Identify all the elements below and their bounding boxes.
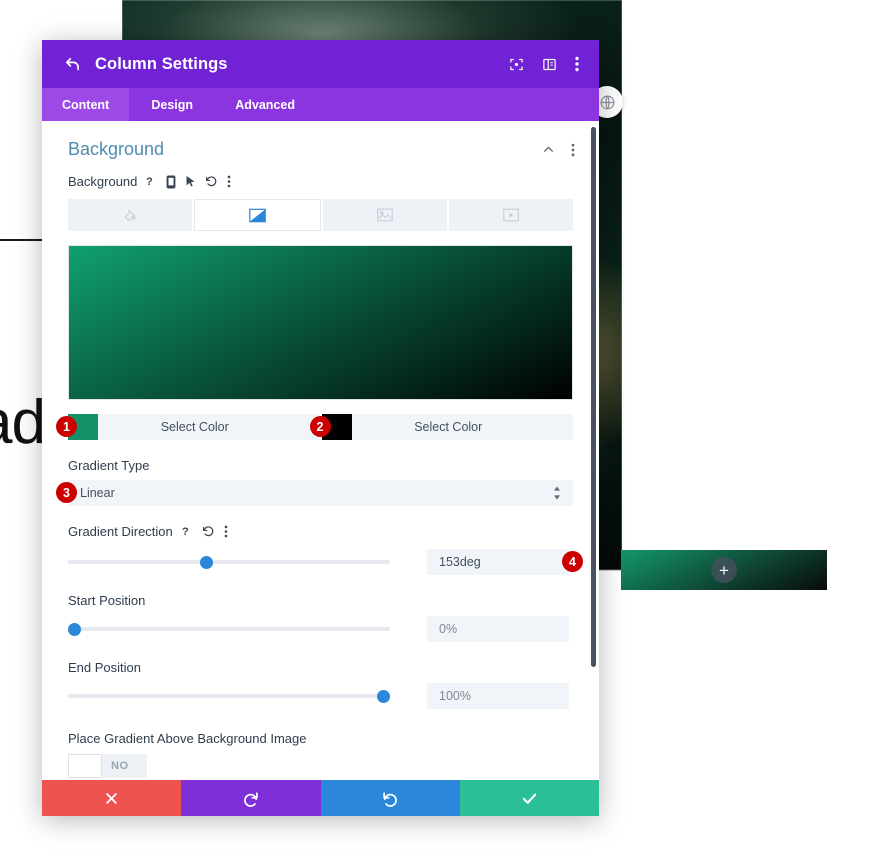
place-gradient-label: Place Gradient Above Background Image [68, 731, 307, 746]
start-position-slider[interactable] [68, 619, 390, 639]
background-field-block: Background ? [42, 164, 599, 231]
undo-icon [244, 791, 259, 807]
slider-track [68, 627, 390, 631]
direction-help-icon[interactable]: ? [182, 525, 193, 538]
page-title: Column Settings [95, 54, 228, 73]
step-badge-1: 1 [56, 416, 77, 437]
step-badge-2: 2 [309, 416, 331, 437]
gradient-type-select[interactable]: 3 Linear [56, 480, 573, 506]
gradient-stop-1[interactable]: 1 Select Color [56, 414, 320, 440]
start-position-value: 0% [439, 622, 458, 636]
plus-icon[interactable]: + [711, 557, 737, 583]
gradient-direction-input[interactable]: 153deg 4 [427, 549, 583, 575]
select-color-label-1: Select Color [160, 420, 229, 434]
gradient-type-value: Linear [80, 486, 115, 500]
close-icon [106, 792, 117, 804]
modal-body: Background Background ? 1 Select Color 2… [42, 121, 599, 780]
background-field-label: Background [68, 174, 138, 189]
start-position-input[interactable]: 0% [427, 616, 569, 642]
section-title: Background [68, 139, 165, 159]
modal-titlebar: Column Settings [42, 40, 599, 88]
gradient-type-label: Gradient Type [68, 458, 150, 473]
modal-footer [42, 780, 599, 816]
page-right-margin [622, 0, 880, 850]
step-badge-4: 4 [562, 551, 583, 572]
end-position-input[interactable]: 100% [427, 683, 569, 709]
mobile-icon[interactable] [166, 175, 176, 189]
gradient-direction-label: Gradient Direction [68, 524, 173, 539]
chevron-up-icon[interactable] [542, 143, 555, 156]
gradient-direction-row: 153deg 4 [68, 549, 583, 575]
toggle-knob[interactable] [68, 754, 102, 778]
gradient-direction-slider[interactable] [68, 552, 390, 572]
cursor-icon[interactable] [185, 175, 196, 188]
tab-content[interactable]: Content [42, 88, 130, 121]
more-vertical-icon[interactable] [575, 56, 579, 72]
end-position-slider[interactable] [68, 686, 391, 706]
focus-frame-icon[interactable] [509, 57, 524, 72]
add-section-block[interactable]: + [621, 550, 827, 590]
background-type-tabs [68, 199, 573, 231]
bg-video-tab[interactable] [448, 199, 573, 231]
redo-button[interactable] [320, 780, 460, 816]
bg-color-tab[interactable] [68, 199, 193, 231]
redo-icon [382, 791, 397, 807]
titlebar-icon-group [509, 56, 579, 72]
reset-icon[interactable] [205, 175, 218, 188]
step-badge-3: 3 [56, 482, 77, 503]
slider-track [68, 560, 390, 564]
gradient-direction-block: Gradient Direction ? [42, 506, 599, 539]
svg-text:?: ? [146, 176, 153, 188]
direction-reset-icon[interactable] [202, 525, 215, 538]
svg-text:?: ? [182, 526, 189, 538]
chevron-down-icon[interactable] [553, 486, 561, 501]
modal-scrollbar[interactable] [591, 127, 596, 667]
toggle-state-label: NO [111, 760, 129, 772]
place-gradient-toggle[interactable]: NO [68, 754, 147, 778]
divider-rule [0, 239, 44, 241]
check-icon [522, 793, 537, 804]
bg-image-tab[interactable] [322, 199, 447, 231]
background-more-vertical-icon[interactable] [227, 175, 231, 188]
tab-advanced[interactable]: Advanced [215, 88, 315, 121]
section-more-vertical-icon[interactable] [571, 143, 575, 157]
gradient-stop-2[interactable]: 2 Select Color [309, 414, 573, 440]
direction-more-vertical-icon[interactable] [224, 525, 228, 538]
layout-panel-icon[interactable] [542, 57, 557, 72]
gradient-direction-label-row: Gradient Direction ? [68, 524, 573, 539]
slider-thumb[interactable] [377, 689, 391, 703]
modal-tab-bar: Content Design Advanced [42, 88, 599, 121]
end-position-value: 100% [439, 689, 471, 703]
start-position-row: 0% [68, 616, 573, 642]
end-position-row: 100% [68, 683, 573, 709]
slider-thumb[interactable] [68, 622, 81, 636]
page-heading-text: ad [0, 388, 46, 457]
gradient-direction-value: 153deg [439, 555, 481, 569]
cancel-button[interactable] [42, 780, 182, 816]
select-color-label-2: Select Color [414, 420, 483, 434]
tab-design[interactable]: Design [129, 88, 215, 121]
slider-thumb[interactable] [200, 555, 214, 569]
column-settings-modal: Column Settings Content Design Advanced … [42, 40, 599, 816]
gradient-color-stops: 1 Select Color 2 Select Color [56, 414, 573, 440]
gradient-preview [68, 245, 573, 400]
background-label-row: Background ? [68, 174, 573, 189]
help-icon[interactable]: ? [146, 175, 157, 188]
undo-button[interactable] [181, 780, 321, 816]
slider-track [68, 694, 390, 698]
end-position-label: End Position [68, 660, 141, 675]
background-section-header: Background [42, 121, 599, 164]
start-position-label: Start Position [68, 593, 146, 608]
back-arrow-icon[interactable] [64, 56, 81, 73]
save-button[interactable] [459, 780, 599, 816]
bg-gradient-tab[interactable] [194, 199, 321, 231]
